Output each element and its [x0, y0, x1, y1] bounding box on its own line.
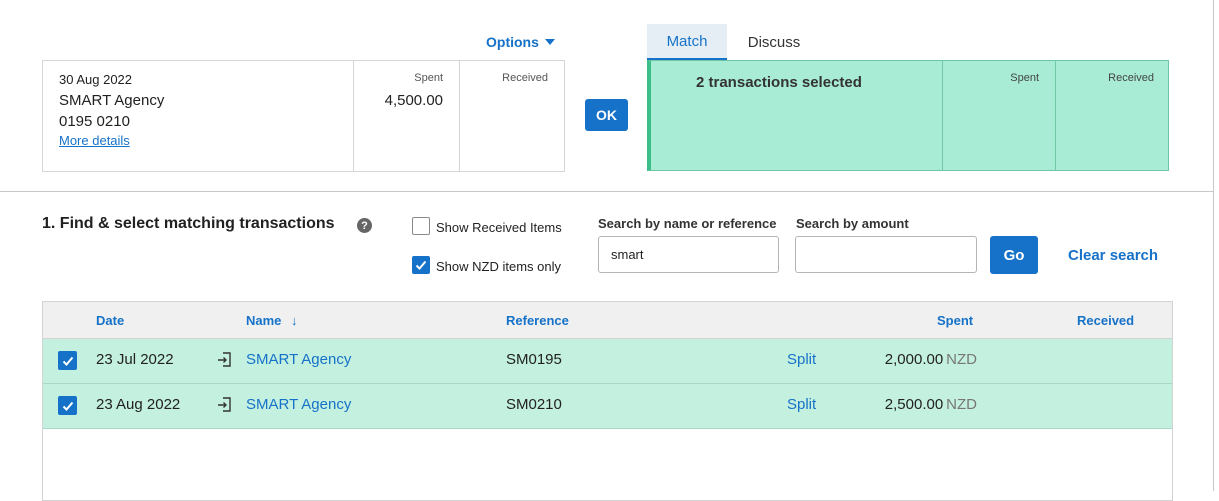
- match-received-header: Received: [1108, 72, 1154, 84]
- row-spent: 2,500.00 NZD: [885, 396, 977, 413]
- search-name-label: Search by name or reference: [598, 216, 777, 231]
- window-edge: [1213, 0, 1214, 491]
- row-checkbox[interactable]: [58, 351, 77, 370]
- row-date: 23 Jul 2022: [96, 351, 174, 368]
- table-row[interactable]: 23 Jul 2022 SMART Agency SM0195 Split 2,…: [43, 339, 1172, 384]
- statement-payee: SMART Agency: [59, 92, 165, 109]
- show-nzd-checkbox[interactable]: [412, 256, 430, 274]
- more-details-link[interactable]: More details: [59, 133, 130, 148]
- transfer-doc-icon: [218, 352, 231, 367]
- row-date: 23 Aug 2022: [96, 396, 181, 413]
- column-header-received[interactable]: Received: [1077, 313, 1134, 328]
- transfer-doc-icon: [218, 397, 231, 412]
- statement-spent-value: 4,500.00: [384, 92, 443, 109]
- show-received-checkbox[interactable]: [412, 217, 430, 235]
- row-currency: NZD: [946, 396, 977, 413]
- sort-arrow-icon: ↓: [291, 313, 298, 328]
- column-header-name[interactable]: Name ↓: [246, 313, 298, 328]
- column-header-date[interactable]: Date: [96, 313, 124, 328]
- column-header-reference[interactable]: Reference: [506, 313, 569, 328]
- checkmark-icon: [62, 356, 73, 366]
- checkmark-icon: [62, 401, 73, 411]
- options-dropdown[interactable]: Options: [486, 34, 555, 50]
- search-amount-input[interactable]: [795, 236, 977, 273]
- column-header-spent[interactable]: Spent: [937, 313, 973, 328]
- show-received-label: Show Received Items: [436, 220, 562, 235]
- selected-count-text: 2 transactions selected: [696, 74, 862, 91]
- clear-search-link[interactable]: Clear search: [1068, 247, 1158, 264]
- match-spent-column: Spent: [942, 61, 1055, 170]
- options-label: Options: [486, 34, 539, 50]
- match-summary-panel: 2 transactions selected Spent Received: [647, 60, 1169, 171]
- row-split-link[interactable]: Split: [787, 351, 816, 368]
- match-received-column: Received: [1055, 61, 1170, 170]
- table-row[interactable]: 23 Aug 2022 SMART Agency SM0210 Split 2,…: [43, 384, 1172, 429]
- caret-down-icon: [544, 39, 555, 45]
- search-name-input[interactable]: [598, 236, 779, 273]
- row-checkbox[interactable]: [58, 396, 77, 415]
- statement-reference: 0195 0210: [59, 113, 130, 130]
- match-spent-header: Spent: [1010, 72, 1039, 84]
- table-header: Date Name ↓ Reference Spent Received: [43, 302, 1172, 339]
- statement-spent-column: Spent 4,500.00: [354, 61, 460, 171]
- search-amount-label: Search by amount: [796, 216, 909, 231]
- ok-button[interactable]: OK: [585, 99, 628, 131]
- checkmark-icon: [415, 260, 427, 270]
- show-nzd-label: Show NZD items only: [436, 259, 561, 274]
- row-reference: SM0210: [506, 396, 562, 413]
- section-divider: [0, 191, 1213, 192]
- row-spent-amount: 2,500.00: [884, 396, 944, 413]
- row-currency: NZD: [946, 351, 977, 368]
- statement-details: 30 Aug 2022 SMART Agency 0195 0210 More …: [43, 61, 354, 171]
- row-spent: 2,000.00 NZD: [885, 351, 977, 368]
- row-name-link[interactable]: SMART Agency: [246, 396, 351, 413]
- row-reference: SM0195: [506, 351, 562, 368]
- row-name-link[interactable]: SMART Agency: [246, 351, 351, 368]
- help-icon[interactable]: ?: [357, 218, 372, 233]
- statement-received-header: Received: [502, 72, 548, 84]
- tab-discuss[interactable]: Discuss: [736, 24, 812, 60]
- find-section-title: 1. Find & select matching transactions: [42, 215, 335, 232]
- row-split-link[interactable]: Split: [787, 396, 816, 413]
- statement-received-column: Received: [460, 61, 564, 171]
- statement-line-card: 30 Aug 2022 SMART Agency 0195 0210 More …: [42, 60, 565, 172]
- statement-date: 30 Aug 2022: [59, 72, 133, 87]
- go-button[interactable]: Go: [990, 236, 1038, 274]
- row-spent-amount: 2,000.00: [884, 351, 944, 368]
- transactions-table: Date Name ↓ Reference Spent Received 23 …: [42, 301, 1173, 501]
- tab-match[interactable]: Match: [647, 24, 727, 60]
- statement-spent-header: Spent: [414, 72, 443, 84]
- column-header-name-label: Name: [246, 313, 282, 328]
